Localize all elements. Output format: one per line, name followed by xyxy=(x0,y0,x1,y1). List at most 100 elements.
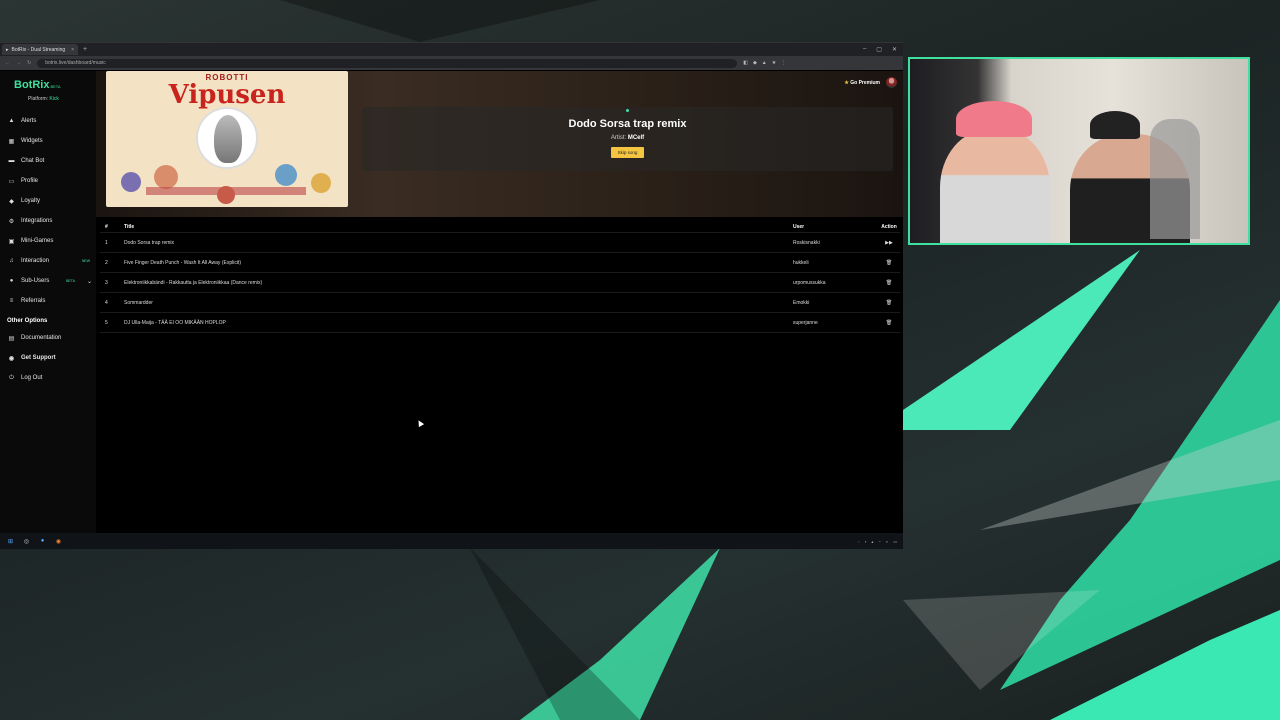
back-icon[interactable]: ← xyxy=(5,60,10,66)
tray-icon[interactable]: ▴ xyxy=(871,539,873,544)
minimize-icon[interactable]: – xyxy=(863,46,866,53)
sidebar-item-interaction[interactable]: ♫ Interaction NEW xyxy=(0,251,96,271)
extension-icon[interactable]: ◆ xyxy=(753,60,757,66)
webcam-person-left xyxy=(940,129,1050,243)
trash-icon[interactable]: 🗑 xyxy=(878,280,900,286)
windows-start-icon[interactable]: ⊞ xyxy=(6,537,15,546)
app-icon[interactable]: ● xyxy=(38,537,47,546)
sidebar-item-label: Sub-Users xyxy=(21,278,50,284)
url-field[interactable]: botrix.live/dashboard/music xyxy=(37,58,738,68)
system-tray: ◌ ▪ ▴ ◔ ◖ ▭ xyxy=(858,539,903,544)
sidebar-item-widgets[interactable]: ▦ Widgets xyxy=(0,131,96,151)
maximize-icon[interactable]: ▢ xyxy=(876,46,882,53)
sidebar-item-label: Widgets xyxy=(21,138,43,144)
sidebar-item-integrations[interactable]: ⚙ Integrations xyxy=(0,211,96,231)
extension-icon[interactable]: ◧ xyxy=(743,60,748,66)
brand-name: BotRix xyxy=(14,79,50,91)
avatar[interactable] xyxy=(886,77,897,88)
brand-badge: BETA xyxy=(50,84,61,89)
play-icon[interactable]: ▶▶ xyxy=(878,240,900,246)
browser-tab[interactable]: ▸ BotRix - Dual Streaming × xyxy=(2,44,78,55)
sidebar-item-log-out[interactable]: ⏻ Log Out xyxy=(0,368,96,388)
webcam-chair xyxy=(1150,119,1200,239)
go-premium-label: Go Premium xyxy=(850,79,880,86)
menu-dots-icon[interactable]: ⋮ xyxy=(781,60,786,66)
browser-window: ▸ BotRix - Dual Streaming × + – ▢ ✕ ← → … xyxy=(0,42,903,549)
new-tab-icon[interactable]: + xyxy=(83,46,87,53)
sidebar-item-documentation[interactable]: ▤ Documentation xyxy=(0,328,96,348)
cover-text-main: Vipusen xyxy=(168,80,286,110)
support-icon: ◉ xyxy=(8,355,15,362)
sidebar-item-referrals[interactable]: ≡ Referrals xyxy=(0,291,96,311)
header-num: # xyxy=(105,223,108,230)
reload-icon[interactable]: ↻ xyxy=(27,60,31,66)
row-title: DJ Ulla-Maija - TÄÄ EI OO MIKÄÄN HOPLOP xyxy=(124,319,226,326)
tray-icon[interactable]: ▪ xyxy=(865,539,866,544)
clock-icon[interactable]: ▭ xyxy=(893,539,897,544)
sidebar-item-label: Interaction xyxy=(21,258,50,264)
chat-icon: ▬ xyxy=(8,158,15,164)
platform-label: Platform: xyxy=(28,96,49,102)
volume-icon[interactable]: ◖ xyxy=(886,539,888,544)
song-title: Dodo Sorsa trap remix xyxy=(568,118,687,130)
users-icon: ● xyxy=(9,278,14,284)
profile-icon: ▭ xyxy=(8,178,15,185)
row-user: urpomussukka xyxy=(793,279,826,286)
trash-icon[interactable]: 🗑 xyxy=(878,260,900,266)
wifi-icon[interactable]: ◔ xyxy=(878,539,880,544)
row-title: Sommardder xyxy=(124,299,153,306)
bookmark-star-icon[interactable]: ★ xyxy=(772,60,776,66)
sidebar-item-profile[interactable]: ▭ Profile xyxy=(0,171,96,191)
widgets-icon: ▦ xyxy=(8,138,15,145)
sidebar-item-label: Mini-Games xyxy=(21,238,54,244)
extension-icon[interactable]: ▲ xyxy=(762,60,767,66)
header-action: Action xyxy=(881,223,897,230)
sidebar-item-alerts[interactable]: ▲ Alerts xyxy=(0,111,96,131)
sidebar-item-mini-games[interactable]: ▣ Mini-Games xyxy=(0,231,96,251)
referrals-icon: ≡ xyxy=(9,298,14,304)
brand-logo[interactable]: BotRix BETA xyxy=(0,71,96,93)
forward-icon[interactable]: → xyxy=(16,60,21,66)
chevron-down-icon: ⌄ xyxy=(86,278,92,285)
row-user: Roskisnakki xyxy=(793,239,820,246)
sidebar-item-get-support[interactable]: ◉ Get Support xyxy=(0,348,96,368)
sidebar-item-label: Chat Bot xyxy=(21,158,45,164)
trash-icon[interactable]: 🗑 xyxy=(878,300,900,306)
sidebar-item-label: Log Out xyxy=(21,375,43,381)
sidebar-item-sub-users[interactable]: ● Sub-Users BETA ⌄ xyxy=(0,271,96,291)
browser-icon[interactable]: ◉ xyxy=(54,537,63,546)
close-tab-icon[interactable]: × xyxy=(71,47,74,53)
new-badge: NEW xyxy=(81,259,90,263)
webcam-hat-pink xyxy=(956,101,1032,137)
now-playing-card: Dodo Sorsa trap remix Artist: MCelf Skip… xyxy=(362,107,893,171)
header-title: Title xyxy=(124,223,135,230)
trash-icon[interactable]: 🗑 xyxy=(878,320,900,326)
skip-song-button[interactable]: Skip song xyxy=(610,147,645,158)
sidebar-item-label: Get Support xyxy=(21,355,56,361)
sidebar-item-loyalty[interactable]: ◆ Loyalty xyxy=(0,191,96,211)
sidebar-item-chat-bot[interactable]: ▬ Chat Bot xyxy=(0,151,96,171)
tray-icon[interactable]: ◌ xyxy=(858,539,860,544)
go-premium-button[interactable]: ★ Go Premium xyxy=(844,80,880,86)
sidebar-item-label: Profile xyxy=(21,178,39,184)
table-row: 5 DJ Ulla-Maija - TÄÄ EI OO MIKÄÄN HOPLO… xyxy=(100,313,900,333)
search-icon[interactable]: ◎ xyxy=(22,537,31,546)
sidebar-item-label: Documentation xyxy=(21,335,62,341)
integrations-icon: ⚙ xyxy=(8,218,15,225)
logout-icon: ⏻ xyxy=(9,374,14,381)
close-window-icon[interactable]: ✕ xyxy=(892,46,897,53)
platform-value: Kick xyxy=(49,96,59,102)
sidebar-item-label: Referrals xyxy=(21,298,46,304)
loyalty-icon: ◆ xyxy=(9,198,14,205)
row-num: 4 xyxy=(105,299,108,306)
table-row: 1 Dodo Sorsa trap remix Roskisnakki ▶▶ xyxy=(100,233,900,253)
album-cover: ROBOTTI Vipusen xyxy=(106,71,348,207)
sidebar: BotRix BETA Platform: Kick ▲ Alerts ▦ Widg… xyxy=(0,71,96,535)
table-row: 2 Five Finger Death Punch - Wash It All … xyxy=(100,253,900,273)
row-user: Emokki xyxy=(793,299,810,306)
beta-badge: BETA xyxy=(66,279,75,283)
sidebar-item-label: Loyalty xyxy=(21,198,41,204)
tab-favicon-icon: ▸ xyxy=(6,46,9,53)
sidebar-item-label: Alerts xyxy=(21,118,37,124)
row-num: 2 xyxy=(105,259,108,266)
